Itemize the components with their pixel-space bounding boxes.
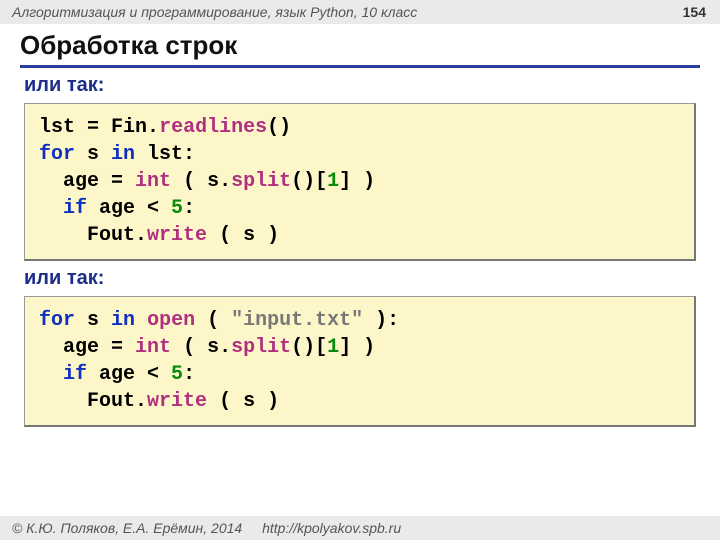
code-number: 1 [327, 336, 339, 359]
code-text: age < [87, 197, 171, 220]
code-text: Fout [87, 390, 135, 413]
code-text: = [99, 170, 135, 193]
code-text: s [75, 309, 111, 332]
footer-url: http://kpolyakov.spb.ru [262, 520, 401, 536]
code-func: split [231, 336, 291, 359]
code-string: "input.txt" [231, 309, 363, 332]
code-func: int [135, 170, 171, 193]
code-keyword: for [39, 143, 75, 166]
page-title: Обработка строк [20, 30, 700, 68]
code-text: ( [195, 309, 231, 332]
code-keyword: if [63, 363, 87, 386]
code-text: : [183, 197, 195, 220]
code-number: 1 [327, 170, 339, 193]
code-indent [39, 390, 87, 413]
subtitle-2: или так: [24, 267, 696, 290]
code-text: . [135, 390, 147, 413]
code-keyword: if [63, 197, 87, 220]
code-func: open [147, 309, 195, 332]
code-text: ( s ) [207, 390, 279, 413]
code-func: split [231, 170, 291, 193]
code-indent [39, 224, 87, 247]
code-indent [39, 197, 63, 220]
code-text: ( s ) [207, 224, 279, 247]
code-text: ()[ [291, 170, 327, 193]
code-func: write [147, 224, 207, 247]
code-block-2: for s in open ( "input.txt" ): age = int… [24, 296, 696, 427]
code-text: ] ) [339, 170, 375, 193]
code-keyword: for [39, 309, 75, 332]
code-text: = [99, 336, 135, 359]
code-text [135, 309, 147, 332]
code-text: ): [363, 309, 399, 332]
code-indent [39, 363, 63, 386]
course-header: Алгоритмизация и программирование, язык … [0, 0, 720, 24]
code-text: . [135, 224, 147, 247]
code-indent [39, 170, 63, 193]
code-text: ] ) [339, 336, 375, 359]
code-text: lst: [135, 143, 195, 166]
code-indent [39, 336, 63, 359]
code-text: ()[ [291, 336, 327, 359]
code-number: 5 [171, 363, 183, 386]
code-func: write [147, 390, 207, 413]
code-text: : [183, 363, 195, 386]
code-text: age [63, 170, 99, 193]
code-func: int [135, 336, 171, 359]
subtitle-1: или так: [24, 74, 696, 97]
code-block-1: lst = Fin.readlines() for s in lst: age … [24, 103, 696, 261]
code-text: () [267, 116, 291, 139]
code-number: 5 [171, 197, 183, 220]
code-text: s [75, 143, 111, 166]
code-text: ( s. [171, 336, 231, 359]
footer: © К.Ю. Поляков, Е.А. Ерёмин, 2014 http:/… [0, 516, 720, 540]
code-keyword: in [111, 309, 135, 332]
code-text: lst [39, 116, 75, 139]
code-text: ( s. [171, 170, 231, 193]
code-text: Fout [87, 224, 135, 247]
page-number: 154 [683, 4, 706, 20]
code-text: age [63, 336, 99, 359]
code-text: age < [87, 363, 171, 386]
code-func: readlines [159, 116, 267, 139]
code-text: Fin [111, 116, 147, 139]
code-keyword: in [111, 143, 135, 166]
code-text: = [75, 116, 111, 139]
copyright: © К.Ю. Поляков, Е.А. Ерёмин, 2014 [12, 520, 242, 536]
code-text: . [147, 116, 159, 139]
